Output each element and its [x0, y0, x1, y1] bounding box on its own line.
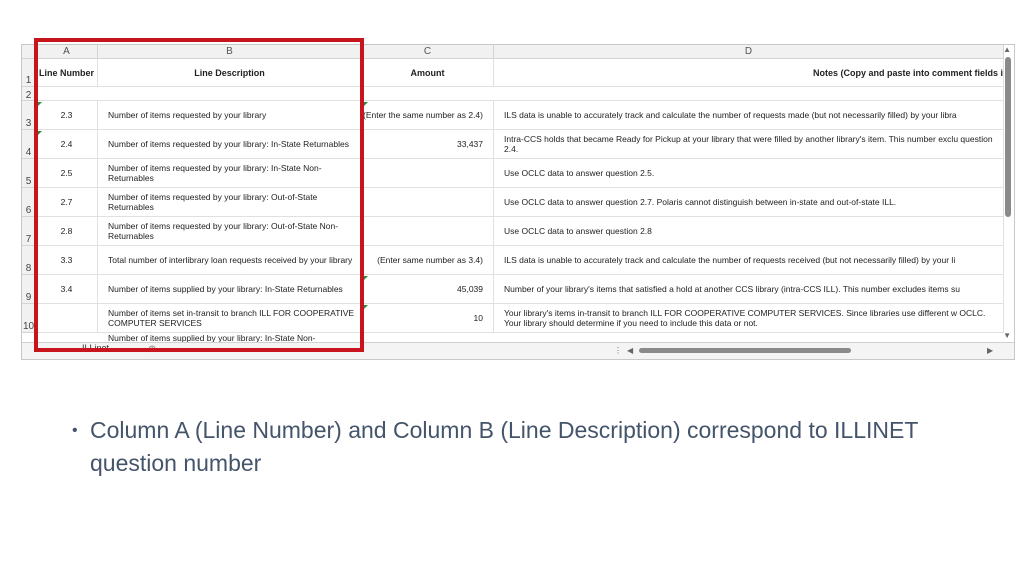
header-notes[interactable]: Notes (Copy and paste into comment field…	[494, 59, 1004, 87]
scroll-down-icon[interactable]: ▼	[1003, 331, 1011, 340]
notes-cell[interactable]: Use OCLC data to answer question 2.8	[494, 217, 1004, 246]
notes-cell[interactable]: Use OCLC data to answer question 2.5.	[494, 159, 1004, 188]
scroll-up-icon[interactable]: ▲	[1003, 45, 1011, 54]
amount-cell[interactable]: (Enter the same number as 2.4)	[362, 101, 494, 130]
scroll-left-icon[interactable]: ◀	[627, 346, 633, 355]
highlight-box-columns-a-b	[34, 38, 364, 352]
amount-cell[interactable]: 10	[362, 304, 494, 333]
scroll-right-icon[interactable]: ▶	[987, 346, 993, 355]
notes-cell[interactable]: Intra-CCS holds that became Ready for Pi…	[494, 130, 1004, 159]
amount-cell[interactable]	[362, 159, 494, 188]
column-header-c[interactable]: C	[362, 45, 494, 59]
amount-cell[interactable]: 33,437	[362, 130, 494, 159]
tab-options-icon[interactable]: ⋮	[614, 346, 622, 355]
notes-cell[interactable]: ILS data is unable to accurately track a…	[494, 246, 1004, 275]
amount-cell[interactable]: 45,039	[362, 275, 494, 304]
column-header-d[interactable]: D	[494, 45, 1004, 59]
amount-cell[interactable]	[362, 188, 494, 217]
notes-cell[interactable]: ILS data is unable to accurately track a…	[494, 101, 1004, 130]
bullet-icon: •	[72, 422, 78, 439]
amount-cell[interactable]: (Enter same number as 3.4)	[362, 246, 494, 275]
notes-cell[interactable]: Your library's items in-transit to branc…	[494, 304, 1004, 333]
bullet-text: Column A (Line Number) and Column B (Lin…	[90, 417, 918, 476]
bullet-point: • Column A (Line Number) and Column B (L…	[72, 414, 952, 480]
notes-cell[interactable]: Number of your library's items that sati…	[494, 275, 1004, 304]
notes-cell[interactable]: Use OCLC data to answer question 2.7. Po…	[494, 188, 1004, 217]
amount-cell[interactable]	[362, 217, 494, 246]
vertical-scrollbar[interactable]	[1005, 57, 1011, 217]
header-amount[interactable]: Amount	[362, 59, 494, 87]
horizontal-scrollbar[interactable]	[639, 348, 851, 353]
